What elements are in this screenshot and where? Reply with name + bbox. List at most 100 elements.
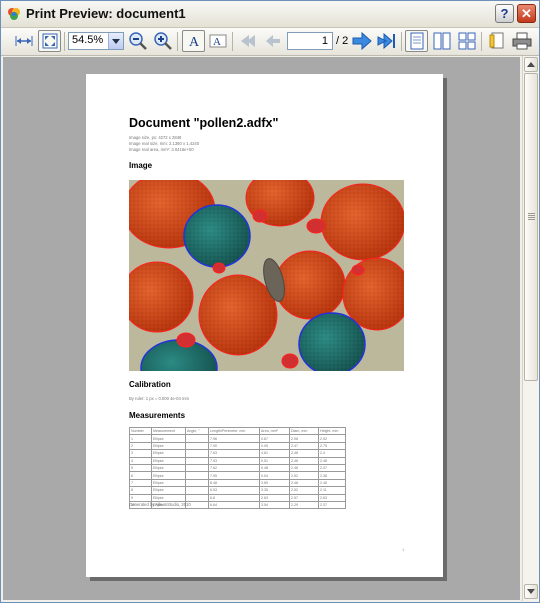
- meta-line: Image size, px: 4272 x 2848: [129, 135, 182, 140]
- table-cell: Ellipse: [151, 471, 186, 480]
- help-button[interactable]: ?: [495, 4, 514, 23]
- table-row: 1 Ellipse 7.96 0.67 2.98 2.92: [129, 434, 346, 443]
- table-header-cell: Angle, °: [185, 426, 209, 436]
- scroll-up-icon[interactable]: [524, 57, 538, 72]
- table-cell: 2.63: [259, 493, 290, 502]
- first-page-icon[interactable]: [236, 30, 259, 52]
- table-cell: 2.37: [318, 500, 346, 510]
- table-cell: 6.8: [208, 493, 260, 502]
- table-header-cell: Length/Perimeter, mm: [208, 426, 260, 436]
- two-pages-icon[interactable]: [430, 30, 453, 52]
- text-small-icon[interactable]: A: [207, 30, 230, 52]
- measurements-heading: Measurements: [129, 411, 186, 420]
- table-cell: 8.48: [208, 478, 260, 488]
- table-cell: [185, 478, 209, 488]
- measurements-table: Number Measurement Angle, ° Length/Perimete…: [129, 426, 346, 510]
- meta-line: Image real size, mm: 2.1360 x 1.4240: [129, 141, 200, 146]
- table-cell: [185, 456, 209, 465]
- meta-line: Image real area, mm²: 3.0416e+00: [129, 147, 194, 152]
- table-cell: 3.35: [259, 486, 290, 495]
- table-cell: Ellipse: [151, 463, 186, 473]
- table-cell: 7.96: [208, 434, 260, 443]
- table-cell: 2.75: [318, 441, 346, 451]
- fit-page-icon[interactable]: [38, 30, 61, 52]
- table-cell: 0.04: [259, 471, 290, 480]
- table-cell: 6: [129, 471, 152, 480]
- scroll-down-icon[interactable]: [524, 584, 538, 599]
- generated-by: Generated by AlbumStudio, 2010: [129, 502, 191, 507]
- svg-text:A: A: [213, 36, 221, 48]
- table-header-row: Number Measurement Angle, ° Length/Perimete…: [129, 426, 346, 436]
- table-header-cell: Measurement: [151, 426, 186, 436]
- document-page: Document "pollen2.adfx" Image size, px: …: [86, 74, 443, 577]
- last-page-icon[interactable]: [375, 30, 398, 52]
- table-cell: 2.92: [318, 434, 346, 443]
- table-cell: 2.48: [289, 449, 319, 458]
- table-cell: 0.51: [259, 456, 290, 465]
- table-cell: 6.64: [208, 500, 260, 510]
- zoom-value: 54.5%: [72, 34, 104, 46]
- print-preview-window: Print Preview: document1 ? ✕ 54.5% A A 1…: [0, 0, 540, 603]
- next-page-icon[interactable]: [350, 30, 373, 52]
- table-cell: 7.63: [208, 449, 260, 458]
- table-cell: 9: [129, 493, 152, 502]
- table-cell: Ellipse: [151, 486, 186, 495]
- page-total: / 2: [336, 35, 349, 47]
- table-row: 3 Ellipse 7.63 4.61 2.48 2.4: [129, 449, 346, 458]
- table-cell: 2.98: [289, 434, 319, 443]
- chevron-down-icon[interactable]: [108, 33, 123, 49]
- scroll-thumb[interactable]: [524, 73, 538, 381]
- table-cell: 8: [129, 486, 152, 495]
- table-cell: [185, 449, 209, 458]
- table-cell: 0.05: [259, 441, 290, 451]
- calibration-text: By ruler: 1 px = 0.000 4e-04 mm: [129, 396, 189, 401]
- table-cell: 7.90: [208, 441, 260, 451]
- toolbar: 54.5% A A 1 / 2: [1, 28, 539, 56]
- table-cell: 2.29: [289, 500, 319, 510]
- table-cell: 2.4: [318, 449, 346, 458]
- table-cell: 2.38: [318, 471, 346, 480]
- window-title: Print Preview: document1: [26, 6, 186, 21]
- title-bar: Print Preview: document1 ? ✕: [1, 1, 539, 28]
- table-cell: 7.62: [208, 463, 260, 473]
- close-button[interactable]: ✕: [517, 4, 536, 23]
- table-cell: 0.67: [259, 434, 290, 443]
- table-row: 7 Ellipse 8.48 3.69 2.48 2.46: [129, 478, 346, 488]
- previous-page-icon[interactable]: [261, 30, 284, 52]
- table-cell: 2.52: [289, 471, 319, 480]
- table-cell: Ellipse: [151, 449, 186, 458]
- table-cell: 2.37: [318, 463, 346, 473]
- table-cell: 2: [129, 441, 152, 451]
- table-header-cell: Area, mm²: [259, 426, 290, 436]
- table-cell: 2.48: [289, 478, 319, 488]
- preview-area[interactable]: Document "pollen2.adfx" Image size, px: …: [3, 57, 520, 600]
- fit-width-icon[interactable]: [12, 30, 35, 52]
- zoom-out-icon[interactable]: [126, 30, 149, 52]
- table-cell: 2.48: [318, 456, 346, 465]
- table-cell: 2.47: [289, 441, 319, 451]
- table-cell: [185, 434, 209, 443]
- table-cell: Ellipse: [151, 478, 186, 488]
- table-row: 2 Ellipse 7.90 0.05 2.47 2.75: [129, 441, 346, 451]
- table-cell: 2.11: [318, 486, 346, 495]
- text-normal-icon[interactable]: A: [182, 30, 205, 52]
- table-cell: 3.69: [259, 478, 290, 488]
- table-cell: 7.95: [208, 471, 260, 480]
- zoom-select[interactable]: 54.5%: [68, 32, 124, 50]
- multi-page-icon[interactable]: [455, 30, 478, 52]
- table-cell: 3.54: [259, 500, 290, 510]
- table-row: 9 Ellipse 6.8 2.63 2.57 2.63: [129, 493, 346, 502]
- vertical-scrollbar[interactable]: [522, 56, 539, 601]
- page-setup-icon[interactable]: [485, 30, 508, 52]
- page-number-input[interactable]: 1: [287, 32, 333, 50]
- image-heading: Image: [129, 161, 153, 170]
- svg-text:A: A: [189, 35, 200, 49]
- printer-icon[interactable]: [510, 30, 533, 52]
- table-cell: 7.53: [208, 456, 260, 465]
- zoom-in-icon[interactable]: [151, 30, 174, 52]
- table-cell: 3: [129, 449, 152, 458]
- single-page-icon[interactable]: [405, 30, 428, 52]
- table-cell: 6.53: [208, 486, 260, 495]
- table-header-cell: Diam, mm: [289, 426, 319, 436]
- calibration-heading: Calibration: [129, 380, 171, 389]
